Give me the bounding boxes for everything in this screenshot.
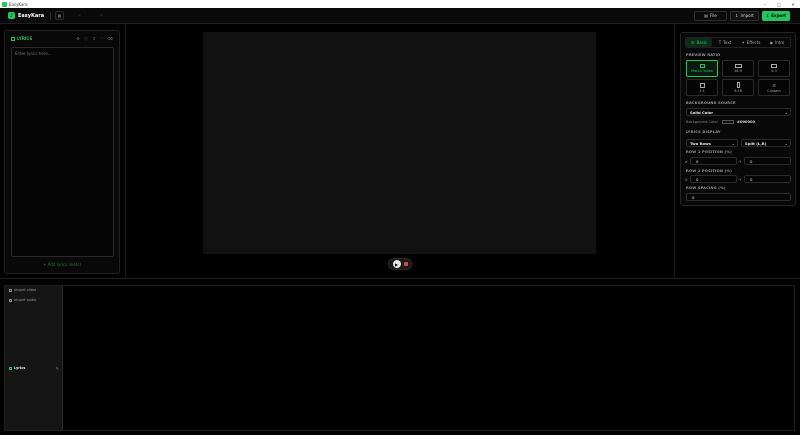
window-titlebar: EasyKara – □ ✕ (0, 0, 800, 8)
play-icon: ▶ (394, 261, 399, 267)
row1-y-label: Y (739, 159, 742, 164)
lyrics-header: LYRICS (11, 36, 32, 41)
menu-button[interactable]: ▦ (55, 11, 65, 20)
lyrics-textarea[interactable]: Enter lyrics here... (11, 47, 114, 257)
timeline: Import video Import audio Lyrics ✎ (4, 285, 795, 431)
playback-controls: ▶ (388, 258, 412, 270)
chevron-down-icon: ⌄ (784, 140, 788, 146)
tab-intro[interactable]: ◉ Intro (764, 38, 790, 47)
match-video-icon (699, 64, 705, 68)
heart-icon[interactable]: ♡ (98, 36, 106, 42)
rows-select[interactable]: Two Rows ⌄ (686, 139, 738, 147)
minimize-icon[interactable]: – (758, 2, 772, 7)
intro-icon: ◉ (769, 40, 774, 45)
sliders-icon: ☰ (690, 40, 695, 45)
custom-icon: ☰ (772, 82, 776, 88)
left-separator[interactable] (125, 24, 126, 278)
row1-y-input[interactable]: 0 (744, 157, 791, 165)
wand-icon: ✦ (741, 40, 745, 45)
edit-track-icon[interactable]: ✎ (56, 366, 59, 371)
info-icon[interactable]: ⓘ (82, 36, 90, 42)
lyrics-title: LYRICS (17, 36, 33, 41)
ratio-4-3[interactable]: 4:3 (758, 60, 790, 77)
split-select[interactable]: Split (L,R) ⌄ (741, 139, 791, 147)
row2-position-label: ROW 2 POSITION (%) (686, 169, 732, 173)
chevron-down-icon: ⌄ (784, 109, 788, 115)
lyrics-icon (11, 36, 15, 41)
tab-basic[interactable]: ☰ Basic (686, 38, 712, 47)
track-lyrics[interactable]: Lyrics (9, 366, 25, 370)
main-toolbar: ♪ EasyKara ▦ ↶ ↷ ▤ File ↧ Import ↥ Expor… (0, 8, 800, 24)
settings-panel: ☰ Basic T Text ✦ Effects ◉ Intro PREVIEW… (680, 32, 796, 206)
row1-x-label: X (685, 159, 688, 164)
row1-x-input[interactable]: 0 (690, 157, 737, 165)
background-color-value: #000000 (736, 120, 755, 124)
file-button[interactable]: ▤ File (694, 10, 727, 21)
track-import-audio[interactable]: Import audio (9, 298, 36, 302)
track-headers: Import video Import audio Lyrics ✎ (5, 286, 63, 430)
delete-icon[interactable]: ⌫ (106, 36, 114, 42)
upload-icon[interactable]: ↥ (90, 36, 98, 42)
redo-icon[interactable]: ↷ (99, 13, 102, 18)
tab-effects[interactable]: ✦ Effects (738, 38, 764, 47)
ratio-match-video[interactable]: Match Video (686, 60, 718, 77)
row2-y-input[interactable]: 0 (744, 175, 791, 183)
logo-icon: ♪ (8, 12, 15, 19)
import-button[interactable]: ↧ Import (730, 10, 759, 21)
track-import-video[interactable]: Import video (9, 288, 36, 292)
background-source-select[interactable]: Solid Color ⌄ (686, 108, 791, 116)
ratio-4-3-icon (771, 64, 777, 68)
ratio-1-1[interactable]: 1:1 (686, 79, 718, 96)
ratio-1-1-icon (699, 82, 705, 88)
export-icon: ↥ (765, 13, 770, 18)
ratio-9-16-icon (736, 82, 740, 88)
row2-y-label: Y (739, 177, 742, 182)
timeline-separator[interactable] (0, 278, 800, 279)
app-icon (2, 1, 7, 7)
video-icon (9, 288, 12, 292)
grid-icon: ▦ (57, 13, 62, 18)
file-icon: ▤ (704, 13, 709, 18)
ratio-9-16[interactable]: 9:16 (722, 79, 754, 96)
row2-x-input[interactable]: 0 (690, 175, 737, 183)
add-lyrics-button[interactable]: + Add lyrics line(s) (5, 262, 119, 267)
stop-button[interactable] (403, 262, 408, 266)
ratio-16-9[interactable]: 16:9 (722, 60, 754, 77)
background-color-row: Background Color #000000 (686, 120, 755, 124)
text-icon: T (718, 40, 722, 45)
maximize-icon[interactable]: □ (772, 2, 786, 7)
window-title: EasyKara (9, 1, 28, 7)
row-spacing-input[interactable]: 0 (686, 193, 791, 201)
preview-ratio-label: PREVIEW RATIO (686, 53, 721, 57)
right-separator[interactable] (674, 24, 675, 278)
settings-icon[interactable]: ⚙ (74, 36, 82, 42)
import-icon: ↧ (735, 13, 739, 18)
ratio-custom[interactable]: ☰ Custom (758, 79, 790, 96)
play-button[interactable]: ▶ (392, 260, 401, 268)
tab-text[interactable]: T Text (712, 38, 738, 47)
background-color-swatch[interactable] (721, 120, 734, 124)
video-preview (203, 32, 596, 254)
chevron-down-icon: ⌄ (731, 140, 735, 146)
lyrics-tools: ⚙ ⓘ ↥ ♡ ⌫ (74, 36, 114, 42)
background-color-label: Background Color (686, 120, 718, 124)
lyrics-display-label: LYRICS DISPLAY (686, 130, 721, 134)
ratio-16-9-icon (734, 64, 742, 68)
background-source-label: BACKGROUND SOURCE (686, 101, 736, 105)
row1-position-label: ROW 1 POSITION (%) (686, 150, 732, 154)
settings-tabs: ☰ Basic T Text ✦ Effects ◉ Intro (685, 37, 791, 48)
window-controls: – □ ✕ (758, 2, 800, 7)
row2-x-label: X (685, 177, 688, 182)
export-button[interactable]: ↥ Export (762, 10, 790, 21)
lyrics-track-icon (9, 366, 12, 370)
lyrics-panel: LYRICS ⚙ ⓘ ↥ ♡ ⌫ Enter lyrics here... + … (4, 30, 120, 274)
undo-icon[interactable]: ↶ (78, 13, 81, 18)
toolbar-divider (50, 11, 52, 20)
close-icon[interactable]: ✕ (786, 2, 800, 7)
audio-icon (9, 298, 12, 302)
row-spacing-label: ROW SPACING (%) (686, 186, 726, 190)
brand-name: EasyKara (18, 12, 45, 19)
